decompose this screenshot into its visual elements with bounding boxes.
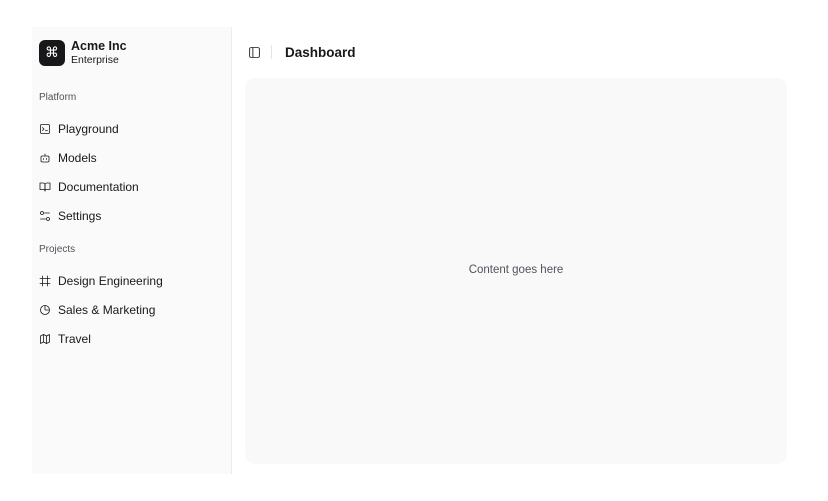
- topbar: Dashboard: [246, 40, 356, 64]
- sidebar-item-label: Sales & Marketing: [58, 302, 156, 317]
- sidebar-item-label: Travel: [58, 331, 91, 346]
- sidebar-item-travel[interactable]: Travel: [32, 324, 232, 353]
- map-icon: [39, 333, 51, 345]
- sidebar-toggle-icon: [248, 46, 260, 58]
- sidebar-item-models[interactable]: Models: [32, 143, 232, 172]
- command-icon: ⌘: [39, 40, 65, 66]
- frame-icon: [39, 275, 51, 287]
- platform-nav: Playground Models Documentation Settings: [32, 114, 232, 230]
- sidebar-item-settings[interactable]: Settings: [32, 201, 232, 230]
- brand-plan: Enterprise: [71, 54, 119, 66]
- sidebar-item-label: Settings: [58, 208, 102, 223]
- projects-group: Projects Design Engineering Sales & Mark…: [32, 243, 232, 353]
- settings-sliders-icon: [39, 210, 51, 222]
- main-content: Content goes here: [245, 78, 787, 464]
- sidebar: ⌘ Acme Inc Enterprise Platform Playgroun…: [32, 27, 232, 474]
- brand-text: Acme Inc Enterprise: [71, 39, 127, 67]
- content-placeholder: Content goes here: [468, 264, 564, 276]
- sidebar-item-sales-marketing[interactable]: Sales & Marketing: [32, 295, 232, 324]
- sidebar-item-playground[interactable]: Playground: [32, 114, 232, 143]
- sidebar-toggle-button[interactable]: [246, 44, 262, 60]
- terminal-icon: [39, 123, 51, 135]
- sidebar-item-label: Design Engineering: [58, 273, 163, 288]
- projects-nav: Design Engineering Sales & Marketing Tra…: [32, 266, 232, 353]
- page-title: Dashboard: [285, 44, 356, 60]
- brand-switcher[interactable]: ⌘ Acme Inc Enterprise: [39, 39, 127, 67]
- platform-group-label: Platform: [39, 92, 77, 103]
- sidebar-item-label: Playground: [58, 121, 119, 136]
- book-open-icon: [39, 181, 51, 193]
- pie-chart-icon: [39, 304, 51, 316]
- sidebar-item-documentation[interactable]: Documentation: [32, 172, 232, 201]
- bot-icon: [39, 152, 51, 164]
- projects-group-label: Projects: [39, 244, 76, 255]
- platform-group: Platform Playground Models Documentation: [32, 91, 232, 230]
- brand-name: Acme Inc: [71, 39, 127, 53]
- header-divider: [271, 45, 272, 59]
- sidebar-item-label: Documentation: [58, 179, 139, 194]
- sidebar-item-label: Models: [58, 150, 97, 165]
- sidebar-item-design-engineering[interactable]: Design Engineering: [32, 266, 232, 295]
